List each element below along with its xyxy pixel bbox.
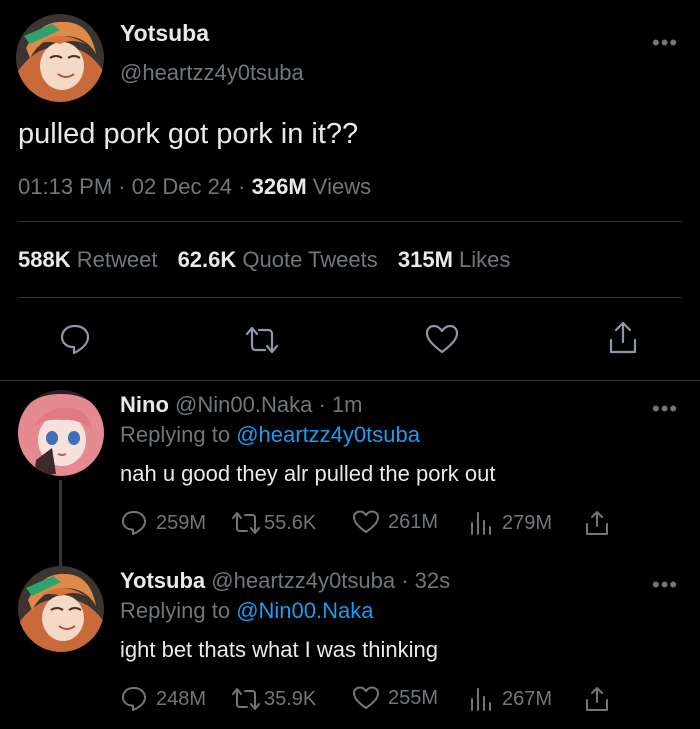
reply-icon: [122, 687, 146, 711]
like-icon: [353, 686, 379, 709]
view-count: 279M: [502, 511, 553, 534]
divider: [18, 297, 682, 298]
reply-time[interactable]: 32s: [415, 568, 450, 593]
author-name[interactable]: Nino: [120, 392, 169, 417]
views-icon: [471, 512, 491, 535]
tweet-time[interactable]: 01:13 PM: [18, 174, 112, 199]
reply-action-share[interactable]: [584, 685, 610, 718]
likes-count: 315M: [397, 247, 453, 272]
share-icon: [609, 321, 637, 354]
reply-header: Yotsuba @heartzz4y0tsuba · 32s: [120, 568, 450, 594]
retweets-label: Retweet: [76, 247, 158, 272]
tweet-stats: 588K Retweet 62.6K Quote Tweets 315M Lik…: [18, 247, 510, 273]
more-options-icon[interactable]: •••: [652, 32, 678, 54]
reply-text: ight bet thats what I was thinking: [120, 637, 438, 662]
author-handle[interactable]: @Nin00.Naka: [175, 392, 312, 417]
more-options-icon[interactable]: •••: [652, 398, 678, 420]
author-name[interactable]: Yotsuba: [120, 20, 209, 47]
share-button[interactable]: [606, 320, 640, 361]
reply-count: 248M: [156, 687, 207, 710]
reply-action-like[interactable]: 261M: [352, 509, 438, 535]
avatar-yotsuba-main[interactable]: [16, 14, 104, 102]
like-count: 261M: [388, 510, 439, 533]
more-options-icon[interactable]: •••: [652, 574, 678, 596]
quotes-label: Quote Tweets: [242, 247, 378, 272]
like-count: 255M: [388, 686, 439, 709]
reply-icon: [122, 511, 146, 535]
reply-action-like[interactable]: 255M: [352, 685, 438, 711]
retweet-count: 55.6K: [264, 511, 317, 534]
replying-to-link[interactable]: @heartzz4y0tsuba: [236, 422, 420, 447]
reply-icon: [60, 324, 90, 355]
retweet-icon: [232, 688, 260, 710]
author-handle[interactable]: @heartzz4y0tsuba: [211, 568, 395, 593]
retweet-icon: [232, 512, 260, 534]
meta-separator: ·: [401, 568, 409, 593]
reply-action-reply[interactable]: 259M: [120, 509, 206, 537]
quotes-count: 62.6K: [177, 247, 237, 272]
reply-text: nah u good they alr pulled the pork out: [120, 461, 496, 486]
likes-stat[interactable]: 315M Likes: [398, 247, 511, 272]
divider: [18, 221, 682, 222]
reply-action-views[interactable]: 267M: [468, 685, 552, 713]
replying-to: Replying to @heartzz4y0tsuba: [120, 422, 420, 448]
tweet-text: pulled pork got pork in it??: [18, 118, 359, 150]
reply-action-retweet[interactable]: 55.6K: [230, 509, 316, 537]
quotes-stat[interactable]: 62.6K Quote Tweets: [178, 247, 384, 272]
avatar-image: [18, 390, 104, 476]
retweet-count: 35.9K: [264, 687, 317, 710]
likes-label: Likes: [459, 247, 511, 272]
share-icon: [586, 687, 608, 711]
meta-separator: ·: [318, 392, 326, 417]
avatar-yotsuba[interactable]: [18, 566, 104, 652]
meta-separator: ·: [238, 174, 246, 199]
views-label: Views: [312, 174, 372, 199]
retweets-count: 588K: [18, 247, 71, 272]
author-handle[interactable]: @heartzz4y0tsuba: [120, 60, 304, 86]
replying-to-link[interactable]: @Nin00.Naka: [236, 598, 373, 623]
views-count: 326M: [251, 174, 307, 199]
reply-time[interactable]: 1m: [332, 392, 363, 417]
replying-to: Replying to @Nin00.Naka: [120, 598, 374, 624]
reply-action-reply[interactable]: 248M: [120, 685, 206, 713]
divider: [0, 380, 700, 381]
meta-separator: ·: [118, 174, 126, 199]
reply-button[interactable]: [58, 322, 92, 361]
reply-header: Nino @Nin00.Naka · 1m: [120, 392, 362, 418]
reply-action-views[interactable]: 279M: [468, 509, 552, 537]
reply-action-retweet[interactable]: 35.9K: [230, 685, 316, 713]
reply-action-share[interactable]: [584, 509, 610, 542]
like-icon: [353, 510, 379, 533]
views-icon: [471, 688, 491, 711]
avatar-image: [18, 566, 104, 652]
tweet-date[interactable]: 02 Dec 24: [132, 174, 232, 199]
avatar-nino[interactable]: [18, 390, 104, 476]
author-name[interactable]: Yotsuba: [120, 568, 205, 593]
retweet-button[interactable]: [243, 324, 281, 361]
view-count: 267M: [502, 687, 553, 710]
avatar-image: [16, 14, 104, 102]
replying-prefix: Replying to: [120, 422, 231, 447]
like-button[interactable]: [424, 323, 460, 360]
retweet-icon: [245, 326, 279, 354]
thread-line: [59, 480, 62, 568]
share-icon: [586, 511, 608, 535]
reply-count: 259M: [156, 511, 207, 534]
tweet-meta: 01:13 PM · 02 Dec 24 · 326M Views: [18, 174, 371, 200]
like-icon: [425, 324, 459, 354]
replying-prefix: Replying to: [120, 598, 231, 623]
retweets-stat[interactable]: 588K Retweet: [18, 247, 164, 272]
